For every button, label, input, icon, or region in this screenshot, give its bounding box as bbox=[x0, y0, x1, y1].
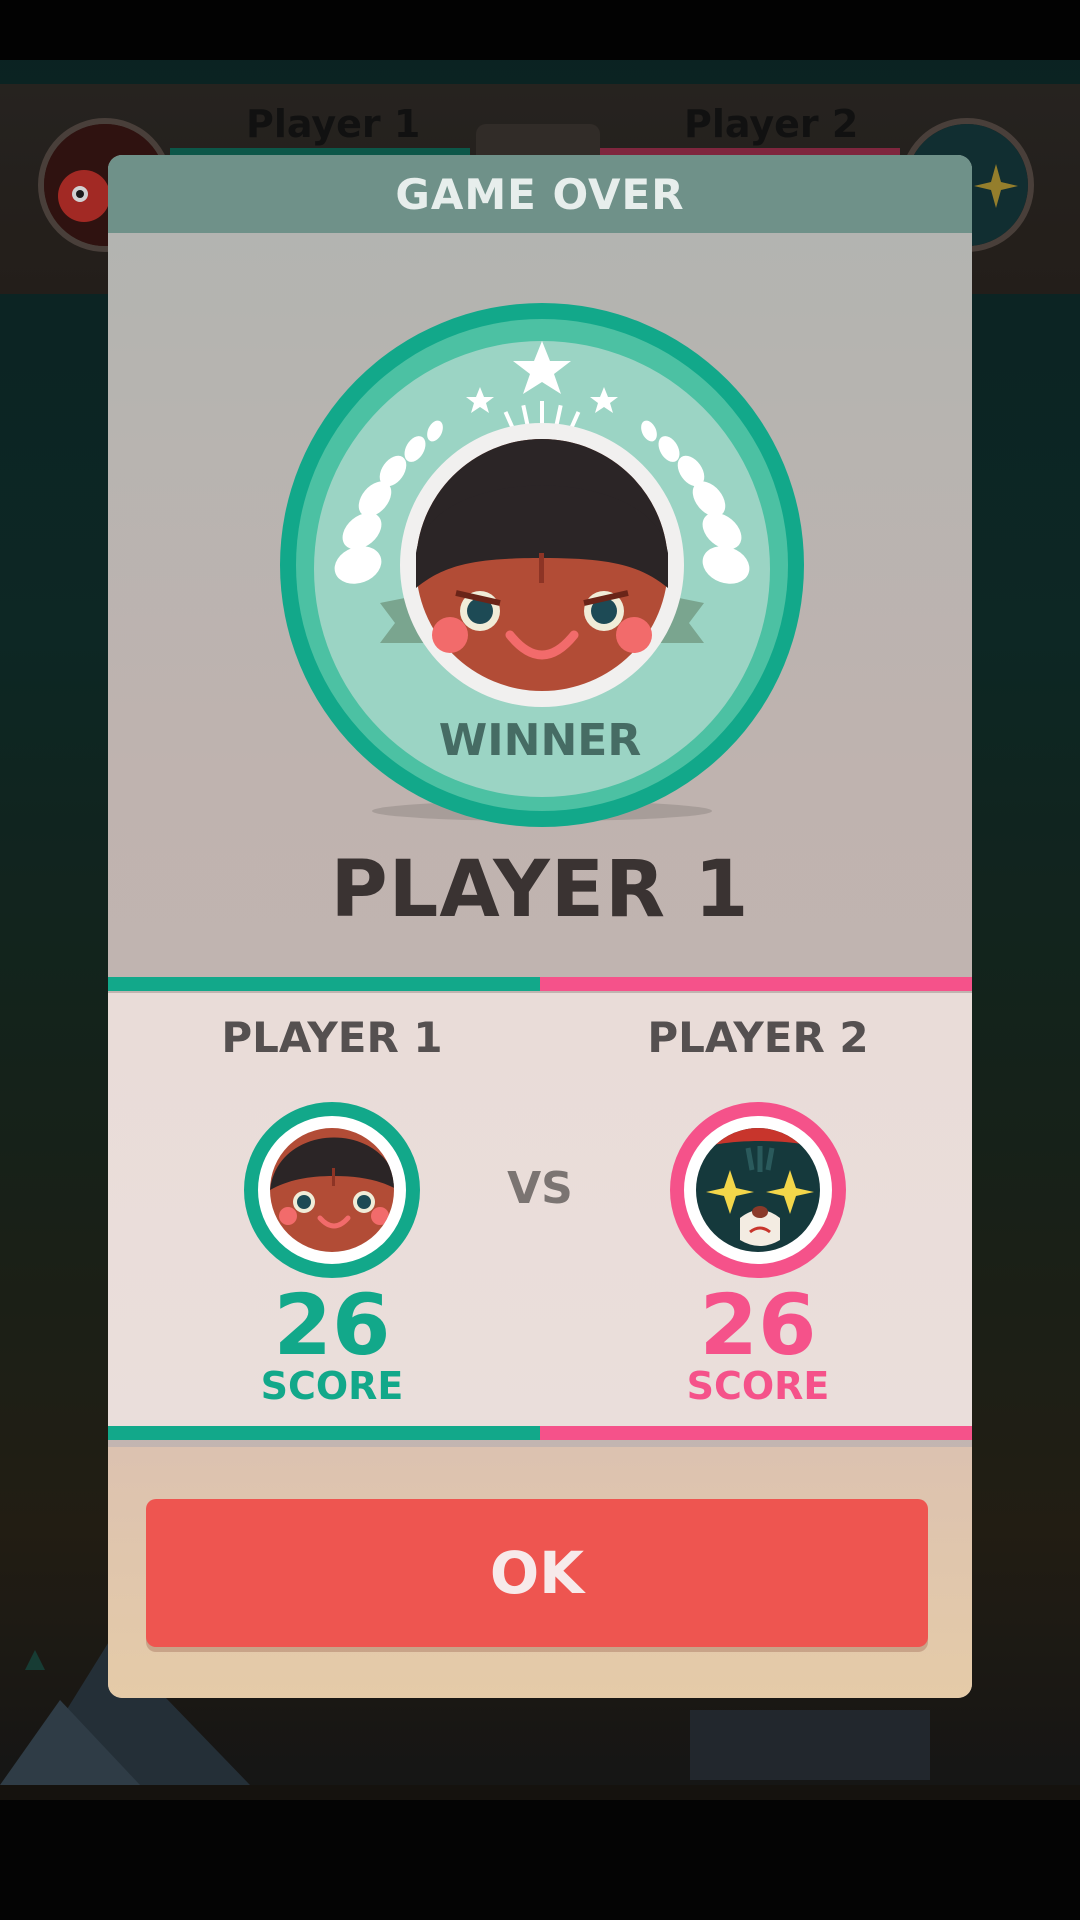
dialog-header: GAME OVER bbox=[108, 155, 972, 233]
ok-button-label: OK bbox=[489, 1539, 585, 1607]
cat-face-icon bbox=[696, 1128, 820, 1252]
player1-score: 26 bbox=[273, 1276, 391, 1374]
divider-stripe-top bbox=[108, 977, 972, 991]
game-over-dialog: GAME OVER WINNER PLAYER 1 PLAYER 1 26 SC… bbox=[108, 155, 972, 1698]
score-panel: PLAYER 1 26 SCORE VS PLAYER 2 26 SCORE bbox=[108, 993, 972, 1433]
player1-score-label: SCORE bbox=[260, 1364, 404, 1408]
winner-name: PLAYER 1 bbox=[330, 845, 750, 935]
player2-score: 26 bbox=[699, 1276, 817, 1374]
winner-badge-label: WINNER bbox=[438, 715, 642, 766]
player1-name: PLAYER 1 bbox=[221, 1013, 443, 1062]
divider-stripe-bottom bbox=[108, 1426, 972, 1440]
player2-column: PLAYER 2 26 SCORE bbox=[588, 993, 928, 1408]
player2-name: PLAYER 2 bbox=[647, 1013, 869, 1062]
ok-button[interactable]: OK bbox=[146, 1499, 928, 1647]
player2-avatar bbox=[670, 1102, 846, 1278]
player2-score-label: SCORE bbox=[686, 1364, 830, 1408]
dialog-footer: OK bbox=[108, 1447, 972, 1698]
dialog-title: GAME OVER bbox=[395, 169, 685, 219]
